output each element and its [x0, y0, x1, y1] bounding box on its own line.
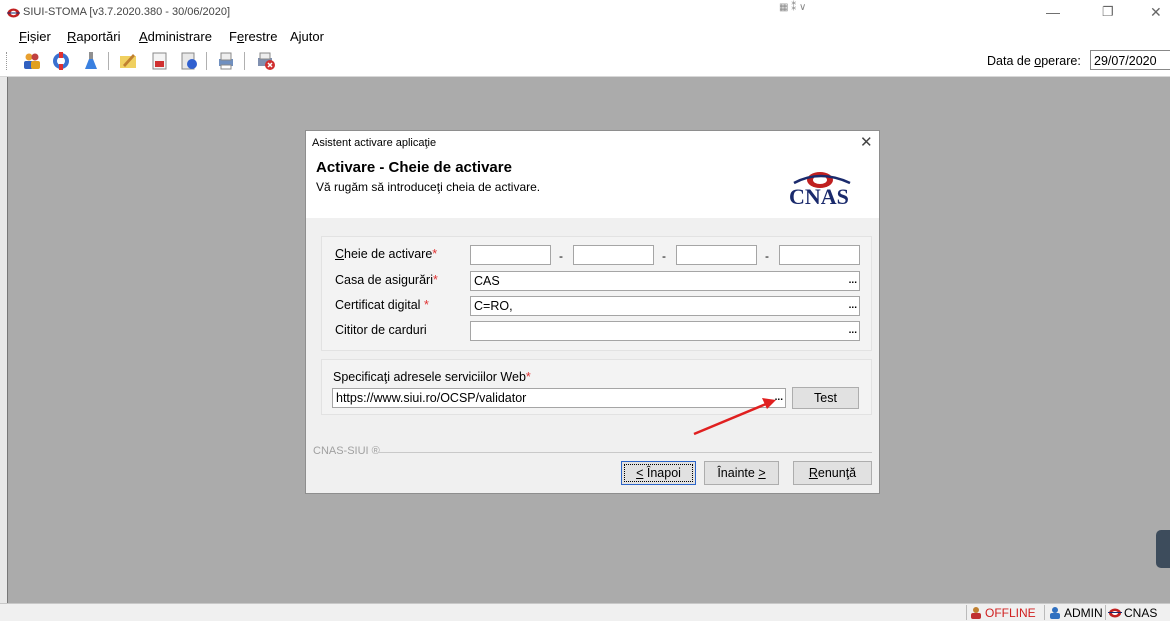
offline-status: OFFLINE: [985, 606, 1036, 620]
toolbar-separator: [244, 52, 245, 70]
pencil-note-icon[interactable]: [118, 51, 138, 71]
close-printer-icon[interactable]: [256, 51, 276, 71]
dialog-heading: Activare - Cheie de activare: [316, 159, 512, 176]
insurance-house-label: Casa de asigurări*: [335, 273, 438, 287]
card-reader-field[interactable]: ...: [470, 321, 860, 341]
menu-raportari[interactable]: Raportări: [67, 29, 120, 44]
status-bar: OFFLINE ADMIN CNAS: [0, 603, 1170, 621]
menu-bar: Fișier Raportări Administrare Ferestre A…: [0, 26, 1170, 46]
key-separator: -: [662, 249, 666, 263]
org-status: CNAS: [1124, 606, 1158, 620]
side-panel-tab[interactable]: [1156, 530, 1170, 568]
insurance-house-browse-button[interactable]: ...: [849, 272, 857, 290]
menu-fisier[interactable]: Fișier: [19, 29, 51, 44]
user-icon: [1050, 607, 1060, 619]
prescription-icon[interactable]: [179, 51, 199, 71]
minimize-icon[interactable]: —: [1046, 4, 1060, 20]
menu-administrare[interactable]: Administrare: [139, 29, 212, 44]
activation-key-part-4[interactable]: [779, 245, 860, 265]
lifebuoy-icon[interactable]: [51, 51, 71, 71]
user-status: ADMIN: [1064, 606, 1103, 620]
printer-icon[interactable]: [216, 51, 236, 71]
title-bar: SIUI-STOMA [v3.7.2020.380 - 30/06/2020] …: [0, 0, 1170, 26]
status-separator: [966, 605, 967, 620]
operation-date-field[interactable]: 29/07/2020: [1090, 50, 1170, 70]
certificate-label: Certificat digital *: [335, 298, 429, 312]
report-icon[interactable]: [150, 51, 170, 71]
activation-dialog: Asistent activare aplicaţie ✕ Activare -…: [305, 130, 880, 494]
operation-date-label: Data de operare:: [987, 54, 1081, 68]
insurance-house-field[interactable]: CAS...: [470, 271, 860, 291]
activation-key-part-1[interactable]: [470, 245, 551, 265]
toolbar: Data de operare: 29/07/2020: [0, 46, 1170, 77]
activation-key-part-3[interactable]: [676, 245, 757, 265]
web-services-group: Specificaţi adresele serviciilor Web* ht…: [321, 359, 872, 415]
menu-ferestre[interactable]: Ferestre: [229, 29, 277, 44]
dialog-subtitle: Vă rugăm să introduceţi cheia de activar…: [316, 180, 541, 194]
toolbar-grip[interactable]: [6, 52, 10, 70]
offline-user-icon: [971, 607, 981, 619]
back-button[interactable]: < Înapoi: [621, 461, 696, 485]
app-logo-icon: [7, 8, 20, 18]
certificate-field[interactable]: C=RO,...: [470, 296, 860, 316]
restore-icon[interactable]: ❐: [1102, 4, 1114, 20]
toolbar-separator: [206, 52, 207, 70]
certificate-browse-button[interactable]: ...: [849, 297, 857, 315]
left-edge: [0, 77, 8, 603]
dialog-close-icon[interactable]: ✕: [860, 133, 873, 151]
menu-ajutor[interactable]: Ajutor: [290, 29, 324, 44]
toolbar-separator: [108, 52, 109, 70]
status-separator: [1105, 605, 1106, 620]
dialog-header: Asistent activare aplicaţie ✕ Activare -…: [306, 131, 879, 218]
cnas-icon: [1108, 608, 1122, 618]
cancel-button[interactable]: Renunţă: [793, 461, 872, 485]
key-separator: -: [765, 249, 769, 263]
status-separator: [1044, 605, 1045, 620]
dialog-title: Asistent activare aplicaţie: [312, 137, 437, 149]
footer-label: CNAS-SIUI ®: [313, 445, 380, 457]
activation-key-label: Cheie de activare*: [335, 247, 438, 261]
web-services-browse-button[interactable]: ...: [775, 389, 783, 407]
test-button[interactable]: Test: [792, 387, 859, 409]
card-reader-browse-button[interactable]: ...: [849, 322, 857, 340]
web-services-label: Specificaţi adresele serviciilor Web*: [333, 370, 531, 384]
activation-fields-group: Cheie de activare* - - - Casa de asigură…: [321, 236, 872, 351]
next-button[interactable]: Înainte >: [704, 461, 779, 485]
web-services-url-field[interactable]: https://www.siui.ro/OCSP/validator...: [332, 388, 786, 408]
close-window-icon[interactable]: ✕: [1150, 4, 1162, 21]
window-title: SIUI-STOMA [v3.7.2020.380 - 30/06/2020]: [23, 6, 231, 18]
flask-icon[interactable]: [81, 51, 101, 71]
layout-switch-icon[interactable]: ▦ ⁑ ∨: [779, 2, 806, 13]
activation-key-part-2[interactable]: [573, 245, 654, 265]
patients-icon[interactable]: [22, 51, 42, 71]
card-reader-label: Cititor de carduri: [335, 323, 427, 337]
footer-divider: [378, 452, 872, 453]
key-separator: -: [559, 249, 563, 263]
cnas-logo-text: CNAS: [789, 184, 849, 209]
